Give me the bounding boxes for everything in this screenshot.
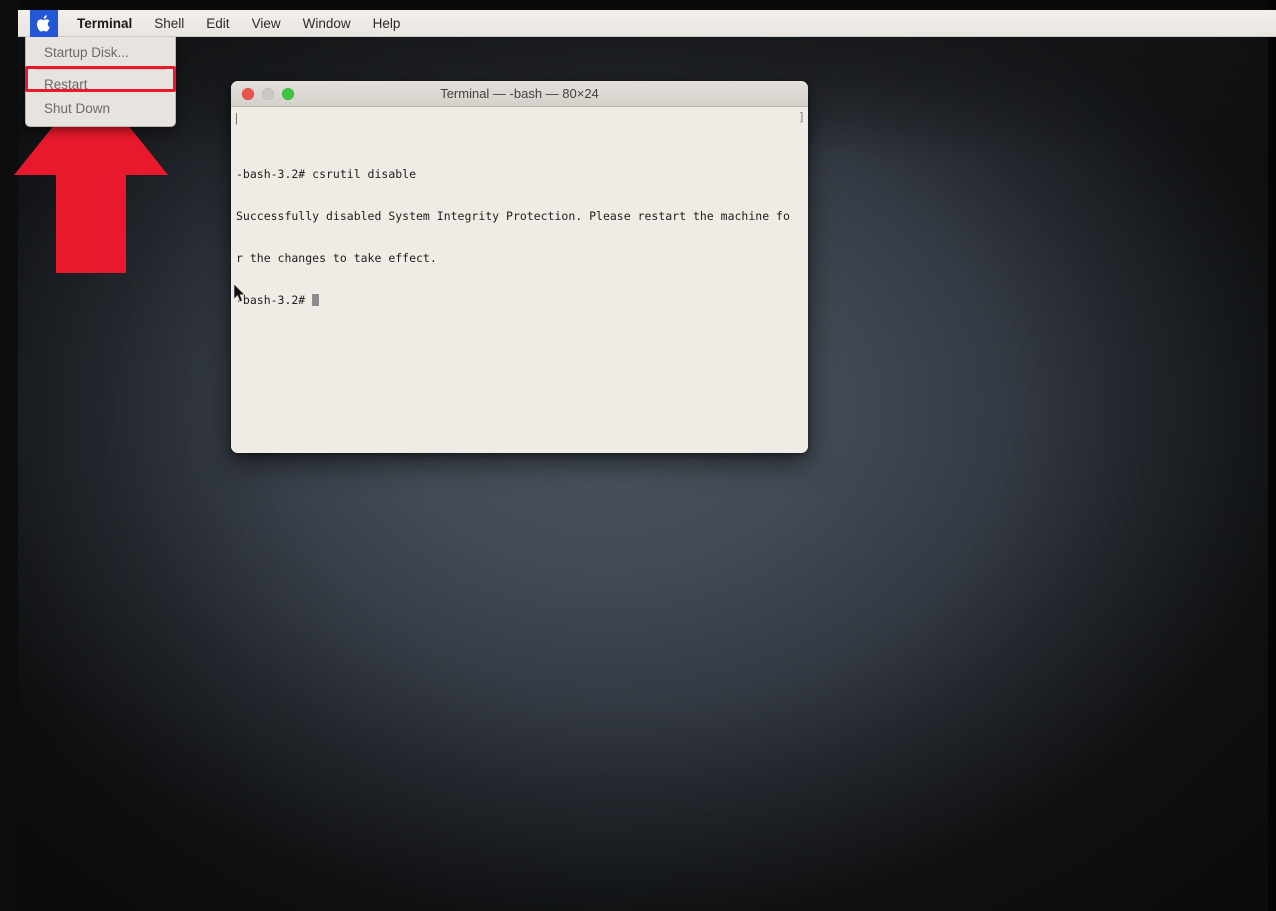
terminal-titlebar[interactable]: Terminal — -bash — 80×24 [231, 81, 808, 107]
menu-bar: Terminal Shell Edit View Window Help [18, 9, 1276, 37]
menu-item-view[interactable]: View [241, 10, 292, 37]
terminal-prompt: -bash-3.2# [236, 293, 313, 307]
mouse-pointer-icon [233, 283, 246, 303]
menu-item-help[interactable]: Help [362, 10, 412, 37]
prompt-mark-right: ] [798, 110, 805, 124]
terminal-prompt-line: -bash-3.2# [236, 293, 803, 307]
menu-separator [35, 69, 166, 70]
text-cursor [312, 294, 320, 306]
menu-option-restart[interactable]: Restart [26, 73, 175, 97]
screen-bezel-right [1268, 0, 1276, 911]
terminal-line: r the changes to take effect. [236, 251, 437, 265]
menu-item-edit[interactable]: Edit [195, 10, 240, 37]
terminal-output[interactable]: | ] -bash-3.2# csrutil disable Successfu… [231, 107, 808, 453]
menu-item-window[interactable]: Window [292, 10, 362, 37]
apple-menu-button[interactable] [30, 9, 58, 37]
apple-dropdown-menu: Startup Disk... Restart Shut Down [25, 37, 176, 127]
menu-option-startup-disk[interactable]: Startup Disk... [26, 41, 175, 65]
apple-logo-icon [36, 14, 50, 32]
screen: Terminal Shell Edit View Window Help Sta… [0, 0, 1276, 911]
menu-item-shell[interactable]: Shell [143, 10, 195, 37]
terminal-window[interactable]: Terminal — -bash — 80×24 | ] -bash-3.2# … [231, 81, 808, 453]
prompt-mark-left: | [233, 111, 240, 125]
menu-item-terminal[interactable]: Terminal [66, 10, 143, 37]
terminal-title: Terminal — -bash — 80×24 [440, 85, 599, 101]
terminal-line: -bash-3.2# csrutil disable [236, 167, 417, 181]
menu-option-shut-down[interactable]: Shut Down [26, 97, 175, 121]
terminal-line: Successfully disabled System Integrity P… [236, 209, 790, 223]
